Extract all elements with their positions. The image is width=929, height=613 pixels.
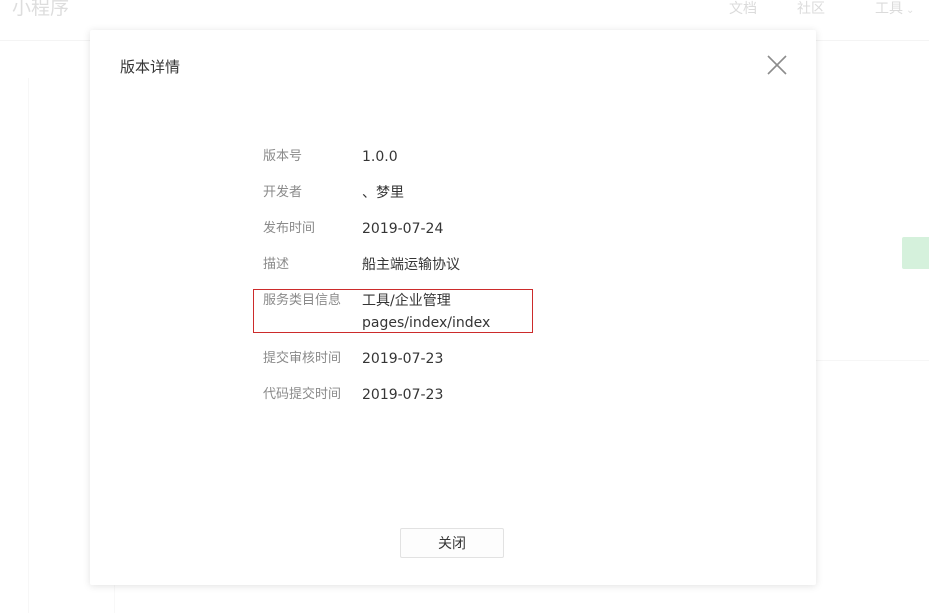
field-value: 船主端运输协议	[362, 257, 460, 273]
highlight-annotation-box	[253, 289, 533, 333]
field-label: 版本号	[263, 149, 303, 164]
version-detail-dialog: 版本详情 版本号 1.0.0 开发者 、梦里 发布时间 2019-07-24 描…	[90, 30, 816, 585]
field-value: 2019-07-23	[362, 387, 444, 403]
field-label: 代码提交时间	[263, 387, 342, 402]
field-label: 开发者	[263, 185, 303, 200]
field-label: 发布时间	[263, 221, 316, 236]
field-label: 提交审核时间	[263, 351, 342, 366]
close-icon[interactable]	[766, 54, 788, 76]
dialog-title: 版本详情	[120, 58, 181, 76]
field-value: 、梦里	[362, 185, 404, 201]
field-label: 描述	[263, 257, 290, 272]
field-value: 1.0.0	[362, 149, 398, 165]
field-value: 2019-07-24	[362, 221, 444, 237]
close-button[interactable]: 关闭	[400, 528, 504, 558]
field-value: 2019-07-23	[362, 351, 444, 367]
